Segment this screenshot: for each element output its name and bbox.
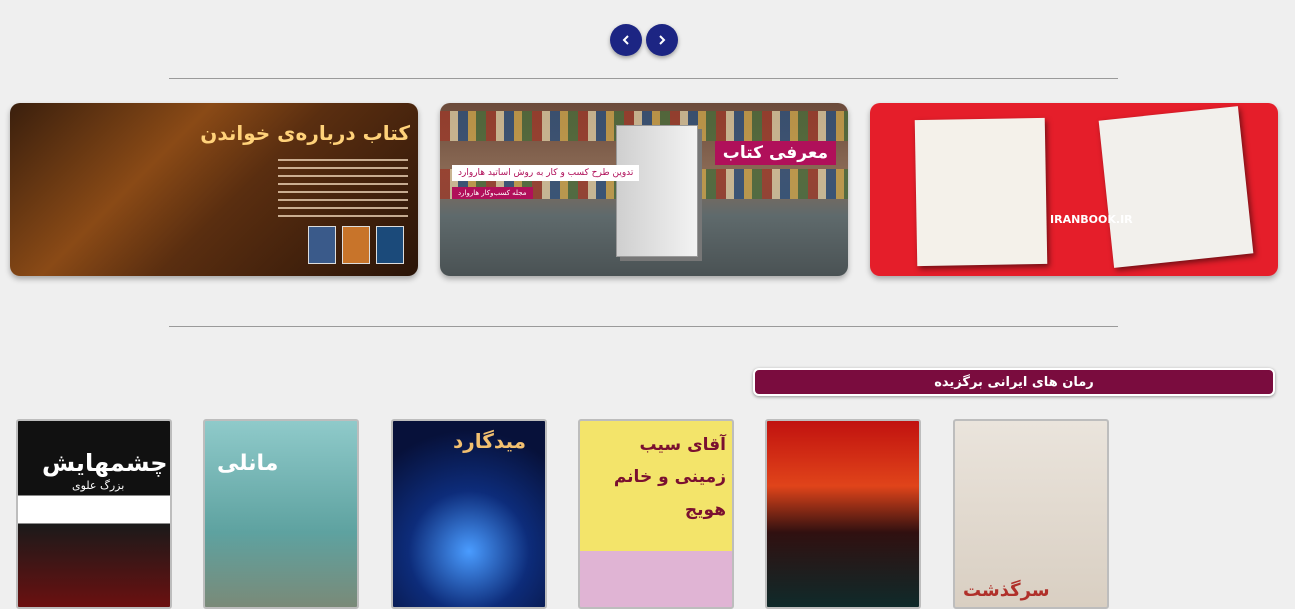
divider-middle (169, 326, 1118, 327)
banner-title: کتاب درباره‌ی خواندن (200, 121, 410, 145)
book-title: چشمهایش (42, 449, 168, 477)
chevron-right-icon (659, 35, 666, 45)
chevron-left-icon (622, 35, 629, 45)
book-author: بزرگ علوی (72, 479, 125, 492)
book-title: مانلی (217, 451, 279, 476)
book-cover-image (914, 117, 1048, 267)
book-card[interactable]: آقای سیب زمینی و خانم هویج (578, 419, 734, 609)
banner-text-block (278, 159, 408, 219)
book-box-image (616, 125, 698, 257)
banner-subtitle: تدوین طرح کسب و کار به روش اساتید هاروار… (452, 165, 640, 181)
banner-iranbook[interactable]: IRANBOOK.IR (870, 103, 1278, 276)
banner-book-thumbnails (308, 226, 404, 264)
book-card[interactable]: سرگذشت (953, 419, 1109, 609)
banner-reading-book[interactable]: کتاب درباره‌ی خواندن (10, 103, 418, 276)
carousel-nav (610, 24, 678, 56)
book-card[interactable] (765, 419, 921, 609)
book-card[interactable]: میدگارد (391, 419, 547, 609)
book-title: سرگذشت (963, 580, 1050, 601)
banner-caption: مجله کسب‌وکار هاروارد (452, 187, 533, 199)
book-title: آقای سیب زمینی و خانم هویج (613, 435, 726, 520)
divider-top (169, 78, 1118, 79)
iranbook-logo: IRANBOOK.IR (1050, 213, 1133, 226)
book-cover-image (1098, 106, 1254, 268)
book-card[interactable]: چشمهایش بزرگ علوی (16, 419, 172, 609)
banner-tag: معرفی کتاب (714, 141, 836, 165)
book-card[interactable]: مانلی (203, 419, 359, 609)
section-title: رمان های ایرانی برگزیده (753, 368, 1275, 396)
carousel-next-button[interactable] (646, 24, 678, 56)
carousel-prev-button[interactable] (610, 24, 642, 56)
book-title: میدگارد (453, 429, 527, 453)
banner-book-intro[interactable]: معرفی کتاب تدوین طرح کسب و کار به روش اس… (440, 103, 848, 276)
